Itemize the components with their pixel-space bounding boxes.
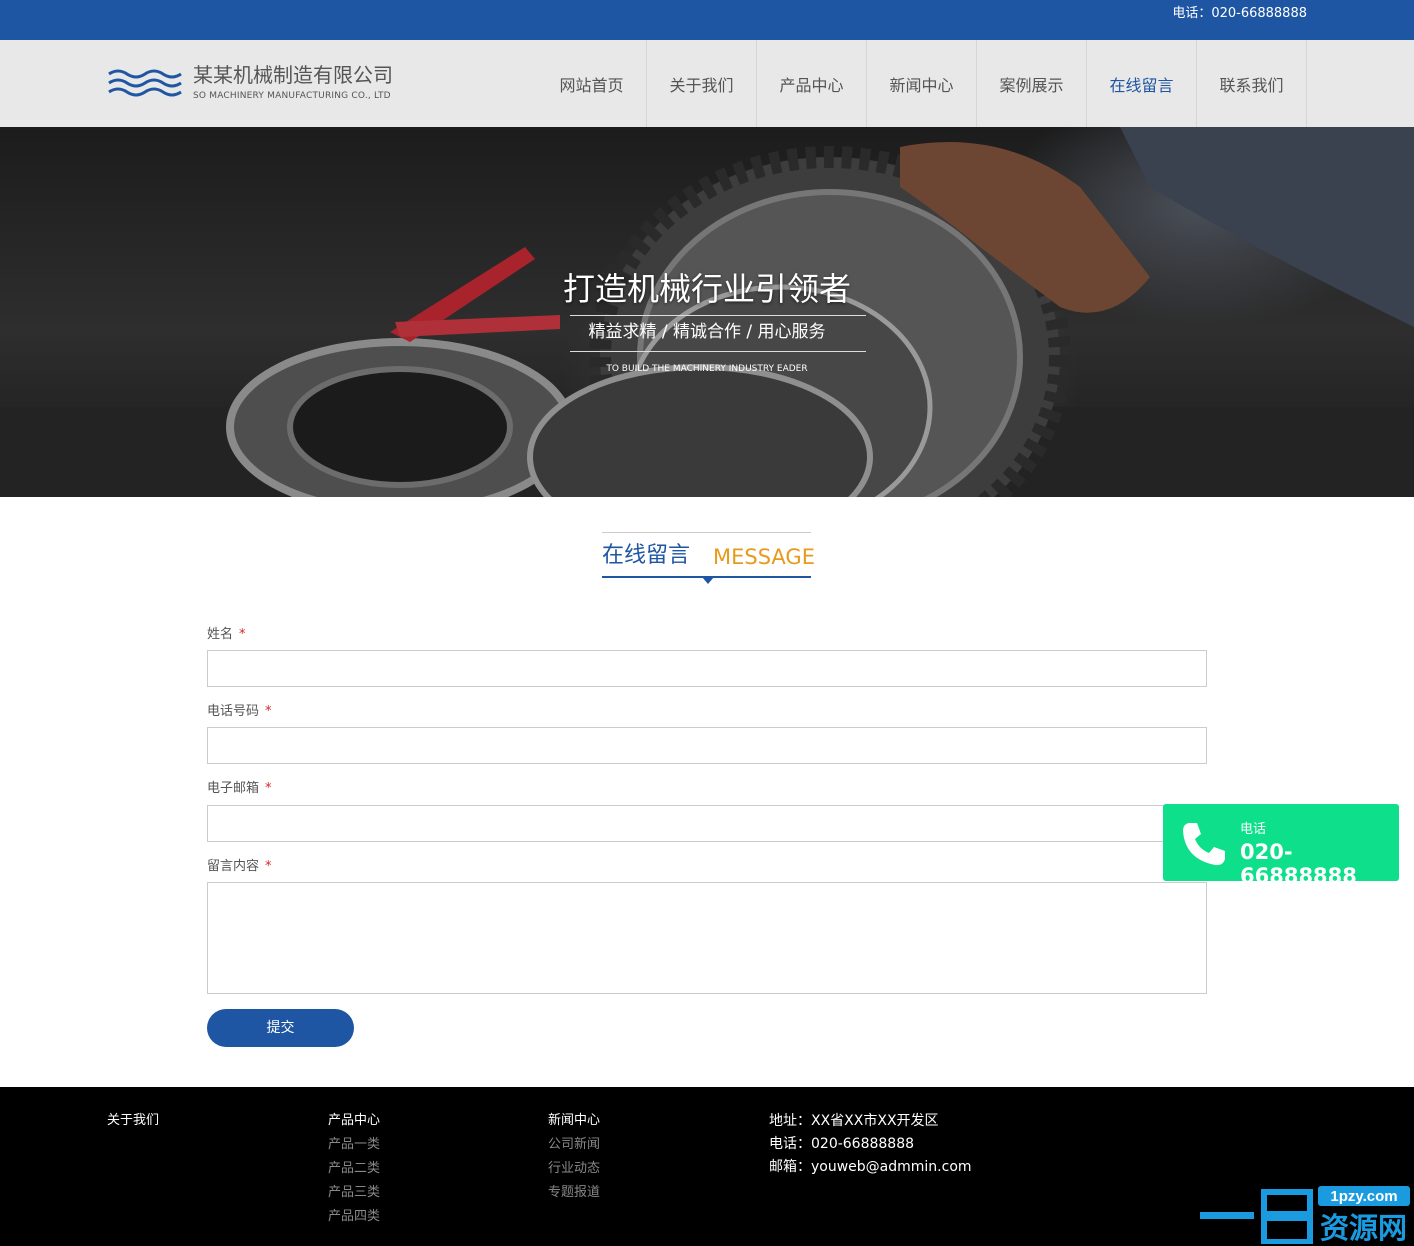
banner-divider [570,315,866,316]
section-title-cn: 在线留言 [602,543,691,568]
banner-divider [570,351,866,352]
footer-link-news[interactable]: 行业动态 [548,1159,600,1179]
svg-text:资源网: 资源网 [1320,1211,1407,1244]
svg-text:1pzy.com: 1pzy.com [1330,1188,1397,1205]
email-input[interactable] [207,805,1207,842]
banner-slogan: 打造机械行业引领者 [562,270,851,308]
footer-col-about: 关于我们 [107,1111,159,1135]
message-label: 留言内容 * [207,859,272,874]
nav-item-contact[interactable]: 联系我们 [1197,40,1307,127]
section-title: 在线留言 MESSAGE [602,532,815,584]
wave-logo-icon [108,69,182,97]
footer-heading-news[interactable]: 新闻中心 [548,1111,600,1131]
company-name-en: SO MACHINERY MANUFACTURING CO., LTD [193,91,391,101]
logo[interactable]: 某某机械制造有限公司 SO MACHINERY MANUFACTURING CO… [107,62,417,106]
floating-phone-label: 电话 [1240,822,1267,837]
company-name: 某某机械制造有限公司 [193,63,393,87]
nav-item-products[interactable]: 产品中心 [757,40,867,127]
floating-phone-widget[interactable]: 电话 020-66888888 [1163,804,1399,888]
footer-col-news: 新闻中心 公司新闻 行业动态 专题报道 [548,1111,600,1207]
email-label: 电子邮箱 * [207,781,272,796]
footer-link-about[interactable]: 关于我们 [107,1111,159,1131]
banner-subtitle: 精益求精 / 精诚合作 / 用心服务 [588,322,826,342]
floating-phone-number: 020-66888888 [1240,840,1357,888]
footer-link-news[interactable]: 公司新闻 [548,1135,600,1155]
banner-subtitle-en: TO BUILD THE MACHINERY INDUSTRY EADER [606,364,808,374]
nav-item-message[interactable]: 在线留言 [1087,40,1197,127]
footer-link-product[interactable]: 产品一类 [328,1135,380,1155]
section-title-en: MESSAGE [713,545,815,569]
footer-link-product[interactable]: 产品三类 [328,1183,380,1203]
hero-banner: 打造机械行业引领者 精益求精 / 精诚合作 / 用心服务 TO BUILD TH… [0,127,1414,497]
footer-email: 邮箱：youweb@admmin.com [769,1159,972,1175]
submit-button[interactable]: 提交 [207,1009,354,1047]
footer-phone: 电话：020-66888888 [769,1136,915,1152]
watermark-logo: 1pzy.com 资源网 [1200,1186,1410,1244]
name-label: 姓名 * [207,627,246,642]
footer-contact: 地址：XX省XX市XX开发区 电话：020-66888888 邮箱：youweb… [769,1111,972,1180]
nav-item-about[interactable]: 关于我们 [647,40,757,127]
footer-heading-products[interactable]: 产品中心 [328,1111,380,1131]
footer-link-news[interactable]: 专题报道 [548,1183,600,1203]
footer-link-product[interactable]: 产品二类 [328,1159,380,1179]
phone-icon [1183,823,1225,866]
phone-label: 电话号码 * [207,704,272,719]
footer-col-products: 产品中心 产品一类 产品二类 产品三类 产品四类 [328,1111,380,1231]
nav-item-cases[interactable]: 案例展示 [977,40,1087,127]
header: 某某机械制造有限公司 SO MACHINERY MANUFACTURING CO… [0,40,1414,127]
main-nav: 网站首页 关于我们 产品中心 新闻中心 案例展示 在线留言 联系我们 [537,40,1307,127]
nav-item-home[interactable]: 网站首页 [537,40,647,127]
nav-item-news[interactable]: 新闻中心 [867,40,977,127]
top-phone: 电话：020-66888888 [1172,6,1307,21]
footer-address: 地址：XX省XX市XX开发区 [769,1113,939,1129]
name-input[interactable] [207,650,1207,687]
top-bar: 电话：020-66888888 [0,0,1414,40]
footer-link-product[interactable]: 产品四类 [328,1207,380,1227]
title-arrow-icon [702,577,714,584]
message-textarea[interactable] [207,882,1207,994]
gears-image [0,127,1414,497]
phone-input[interactable] [207,727,1207,764]
